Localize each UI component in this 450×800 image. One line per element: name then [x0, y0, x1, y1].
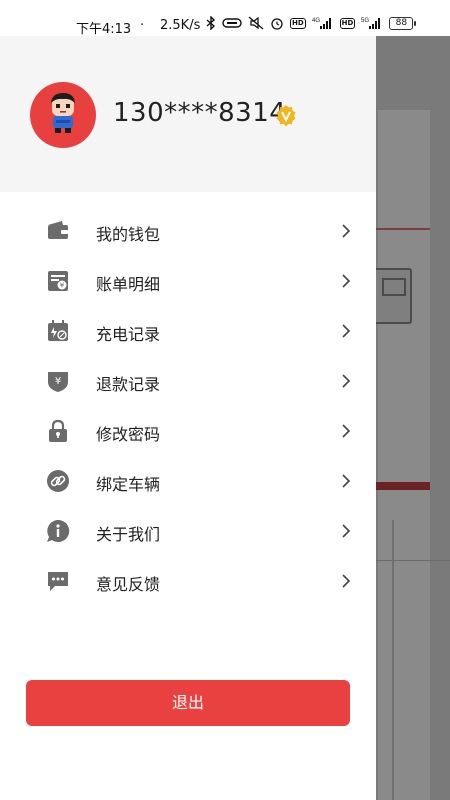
4g-signal-icon: 4G — [312, 16, 334, 30]
menu-item-bind-vehicle[interactable]: 绑定车辆 — [0, 456, 376, 506]
menu-item-label: 关于我们 — [96, 525, 161, 544]
background-stripe — [376, 228, 430, 230]
menu-item-wallet[interactable]: 我的钱包 — [0, 206, 376, 256]
link-icon — [46, 469, 70, 493]
bluetooth-icon — [206, 16, 216, 30]
profile-header: 130****8314 — [0, 36, 376, 192]
menu-item-feedback[interactable]: 意见反馈 — [0, 556, 376, 606]
chevron-right-icon — [338, 323, 354, 339]
menu-item-charge-record[interactable]: 充电记录 — [0, 306, 376, 356]
background-divider — [376, 560, 450, 561]
background-device — [372, 268, 412, 324]
menu-item-label: 意见反馈 — [96, 575, 161, 594]
menu-item-change-password[interactable]: 修改密码 — [0, 406, 376, 456]
logout-button[interactable]: 退出 — [26, 680, 350, 726]
charge-record-icon — [46, 319, 70, 343]
vip-badge-icon — [274, 104, 298, 128]
chevron-right-icon — [338, 473, 354, 489]
mute-icon — [248, 16, 264, 30]
chevron-right-icon — [338, 523, 354, 539]
hd-icon: HD — [290, 17, 306, 29]
menu-item-refund[interactable]: ¥ 退款记录 — [0, 356, 376, 406]
status-bar: 下午4:13 · 2.5K/s HD 4G HD 5G 88 — [0, 0, 450, 37]
background-stripe — [376, 482, 430, 490]
svg-text:4G: 4G — [312, 18, 320, 24]
background-panel — [378, 110, 430, 800]
status-icons: HD 4G HD 5G 88 — [206, 16, 417, 30]
chevron-right-icon — [338, 573, 354, 589]
user-phone: 130****8314 — [113, 98, 287, 128]
5g-signal-icon: 5G — [361, 16, 383, 30]
menu-item-label: 修改密码 — [96, 425, 161, 444]
link-icon — [222, 16, 242, 30]
network-speed: 2.5K/s — [160, 18, 201, 33]
status-separator: · — [140, 18, 145, 33]
svg-text:¥: ¥ — [60, 282, 65, 290]
status-time: 下午4:13 — [76, 22, 132, 37]
side-drawer: 130****8314 我的钱包 ¥ 账单明细 充电记录 ¥ 退款记录 修改密码… — [0, 36, 376, 800]
alarm-icon — [270, 16, 284, 30]
menu-item-label: 账单明细 — [96, 275, 161, 294]
background-divider — [392, 520, 394, 800]
feedback-icon — [46, 569, 70, 593]
menu-item-label: 退款记录 — [96, 375, 161, 394]
wallet-icon — [46, 219, 70, 243]
menu-item-label: 充电记录 — [96, 325, 161, 344]
battery-icon: 88 — [389, 16, 417, 30]
hd-icon: HD — [339, 17, 356, 29]
chevron-right-icon — [338, 223, 354, 239]
chevron-right-icon — [338, 423, 354, 439]
menu-item-label: 绑定车辆 — [96, 475, 161, 494]
svg-text:5G: 5G — [361, 18, 369, 24]
refund-icon: ¥ — [46, 369, 70, 393]
menu-item-label: 我的钱包 — [96, 225, 161, 244]
bill-icon: ¥ — [46, 269, 70, 293]
svg-text:¥: ¥ — [55, 376, 61, 387]
chevron-right-icon — [338, 273, 354, 289]
user-avatar-icon[interactable] — [30, 82, 96, 148]
chevron-right-icon — [338, 373, 354, 389]
info-icon — [46, 519, 70, 543]
menu-item-bill[interactable]: ¥ 账单明细 — [0, 256, 376, 306]
menu-item-about[interactable]: 关于我们 — [0, 506, 376, 556]
lock-icon — [46, 419, 70, 443]
